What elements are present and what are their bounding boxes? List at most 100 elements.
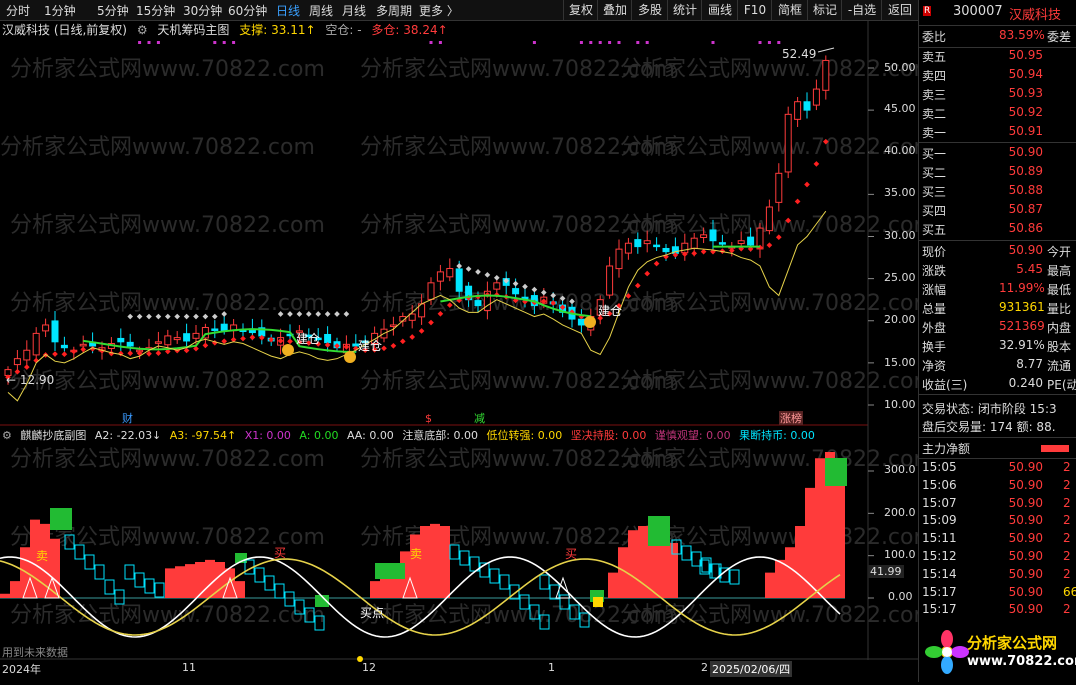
ask-row-label: 卖五: [922, 50, 947, 64]
watermark-text: 分析家公式网www.70822.com: [10, 57, 325, 82]
tick-row-label: 15:14: [922, 566, 957, 581]
stock-name[interactable]: 汉威科技: [1009, 4, 1061, 23]
cyan-hollow-bar: [254, 567, 265, 583]
candle-body: [624, 242, 632, 254]
date-tick: 11: [182, 661, 196, 674]
tick-row-label: 15:07: [922, 495, 957, 510]
ask-row-value: 50.93: [1008, 86, 1043, 100]
purple-marker: [758, 41, 762, 44]
stat-row-side: 量比: [1047, 302, 1072, 316]
candle-body: [606, 265, 614, 296]
stop-line-dot: [484, 272, 491, 278]
cai-marker: 财: [122, 411, 133, 425]
purple-marker: [598, 41, 602, 44]
ask-row: 卖一 50.91: [919, 124, 1076, 142]
sell-label: 卖: [36, 549, 48, 563]
stat-row-side: 最高: [1047, 264, 1072, 278]
candle-body: [512, 288, 520, 295]
candle-body: [51, 320, 59, 343]
stock-identity: R 300007 汉威科技: [919, 4, 1076, 24]
main-flow-bar: [1041, 445, 1069, 452]
candle-body: [455, 268, 463, 292]
sell-label: 卖: [410, 547, 422, 561]
price-tick: 45.00: [884, 102, 916, 115]
tick-row: 15:12 50.90 2: [919, 549, 1076, 567]
candle-body: [192, 332, 200, 339]
buy-line-dot: [399, 338, 406, 345]
cyan-hollow-bar: [729, 569, 740, 585]
tick-row-side: 2: [1063, 460, 1071, 474]
purple-marker: [617, 41, 621, 44]
tick-row: 15:17 50.90 2: [919, 602, 1076, 620]
buy-line-dot: [653, 260, 660, 267]
buy-line-dot: [221, 338, 228, 345]
buy-line-dot: [202, 342, 209, 349]
tick-row-side: 2: [1063, 566, 1071, 581]
tick-row: 15:05 50.90 2: [919, 460, 1076, 478]
sub-settings-icon[interactable]: ⚙: [2, 429, 12, 442]
candle-body: [60, 344, 68, 349]
candle-body: [23, 349, 31, 361]
purple-marker: [579, 41, 583, 44]
purple-marker: [438, 41, 442, 44]
weibi-value: 83.59%: [999, 28, 1045, 42]
sub-indicator-name[interactable]: 麒麟抄底副图: [20, 429, 86, 442]
jian-marker: 减: [474, 412, 485, 425]
a3-value: A3: -97.54↑: [169, 429, 237, 442]
price-tick: 10.00: [884, 398, 916, 411]
buy-line-dot: [249, 334, 256, 341]
weibi-label: 委比: [922, 30, 947, 44]
candle-body: [765, 206, 773, 232]
buy-line-dot: [691, 250, 698, 257]
candle-body: [324, 333, 332, 344]
price-tick: 15.00: [884, 356, 916, 369]
purple-marker: [767, 41, 771, 44]
stat-row-label: 总量: [922, 302, 947, 316]
stat-row: 总量 931361 量比: [919, 300, 1076, 318]
stat-row-value: 5.45: [1016, 262, 1043, 276]
bid-row-value: 50.88: [1008, 183, 1043, 197]
tick-row-value: 50.90: [1008, 495, 1043, 510]
watermark-text: 分析家公式网www.70822.com: [620, 291, 918, 316]
stat-row-side: 最低: [1047, 283, 1072, 297]
candle-body: [408, 313, 416, 321]
jinshen-value: 谨慎观望: 0.00: [654, 429, 731, 442]
purple-marker: [777, 41, 781, 44]
tick-row-side: 2: [1063, 549, 1071, 563]
high-arrow-icon: [817, 47, 835, 53]
buy-line-dot: [240, 335, 246, 342]
tick-row-value: 50.90: [1008, 477, 1043, 492]
tick-row-label: 15:17: [922, 602, 957, 617]
buy-line-dot: [794, 198, 801, 205]
stop-line-dot: [334, 311, 340, 317]
watermark-text: 分析家公式网www.70822.com: [620, 57, 918, 82]
main-flow-row[interactable]: 主力净额: [919, 440, 1076, 458]
ask-row: 卖二 50.92: [919, 105, 1076, 123]
stat-row-side: 股本: [1047, 340, 1072, 354]
a2-value: A2: -22.03↓: [94, 429, 162, 442]
candle-body: [117, 337, 125, 343]
candle-body: [577, 318, 585, 326]
tick-row: 15:11 50.90 2: [919, 531, 1076, 549]
tick-row-label: 15:06: [922, 477, 957, 492]
bid-row-label: 买一: [922, 147, 947, 161]
candle-body: [389, 324, 397, 327]
bid-row-value: 50.90: [1008, 145, 1043, 159]
dollar-marker-icon: $: [425, 412, 432, 425]
candle-body: [474, 300, 482, 307]
stat-row-label: 涨跌: [922, 264, 947, 278]
stat-row-side: 流通: [1047, 359, 1072, 373]
stop-line-dot: [465, 266, 472, 272]
after-hours-text: 盘后交易量: 174 额: 88.: [922, 420, 1056, 434]
tick-row-value: 50.90: [1008, 513, 1043, 528]
stat-row-side: 今开: [1047, 245, 1072, 259]
stat-row-side: PE(动: [1047, 378, 1076, 392]
watermark-text: 分析家公式网www.70822.com: [10, 369, 325, 394]
purple-marker: [213, 41, 217, 44]
price-tick: 25.00: [884, 271, 916, 284]
date-tick: 2024年: [2, 663, 41, 676]
tick-row-side: 2: [1063, 531, 1071, 546]
stat-row: 外盘 521369 内盘: [919, 319, 1076, 337]
stop-line-dot: [324, 311, 331, 317]
stat-row: 净资 8.77 流通: [919, 357, 1076, 375]
